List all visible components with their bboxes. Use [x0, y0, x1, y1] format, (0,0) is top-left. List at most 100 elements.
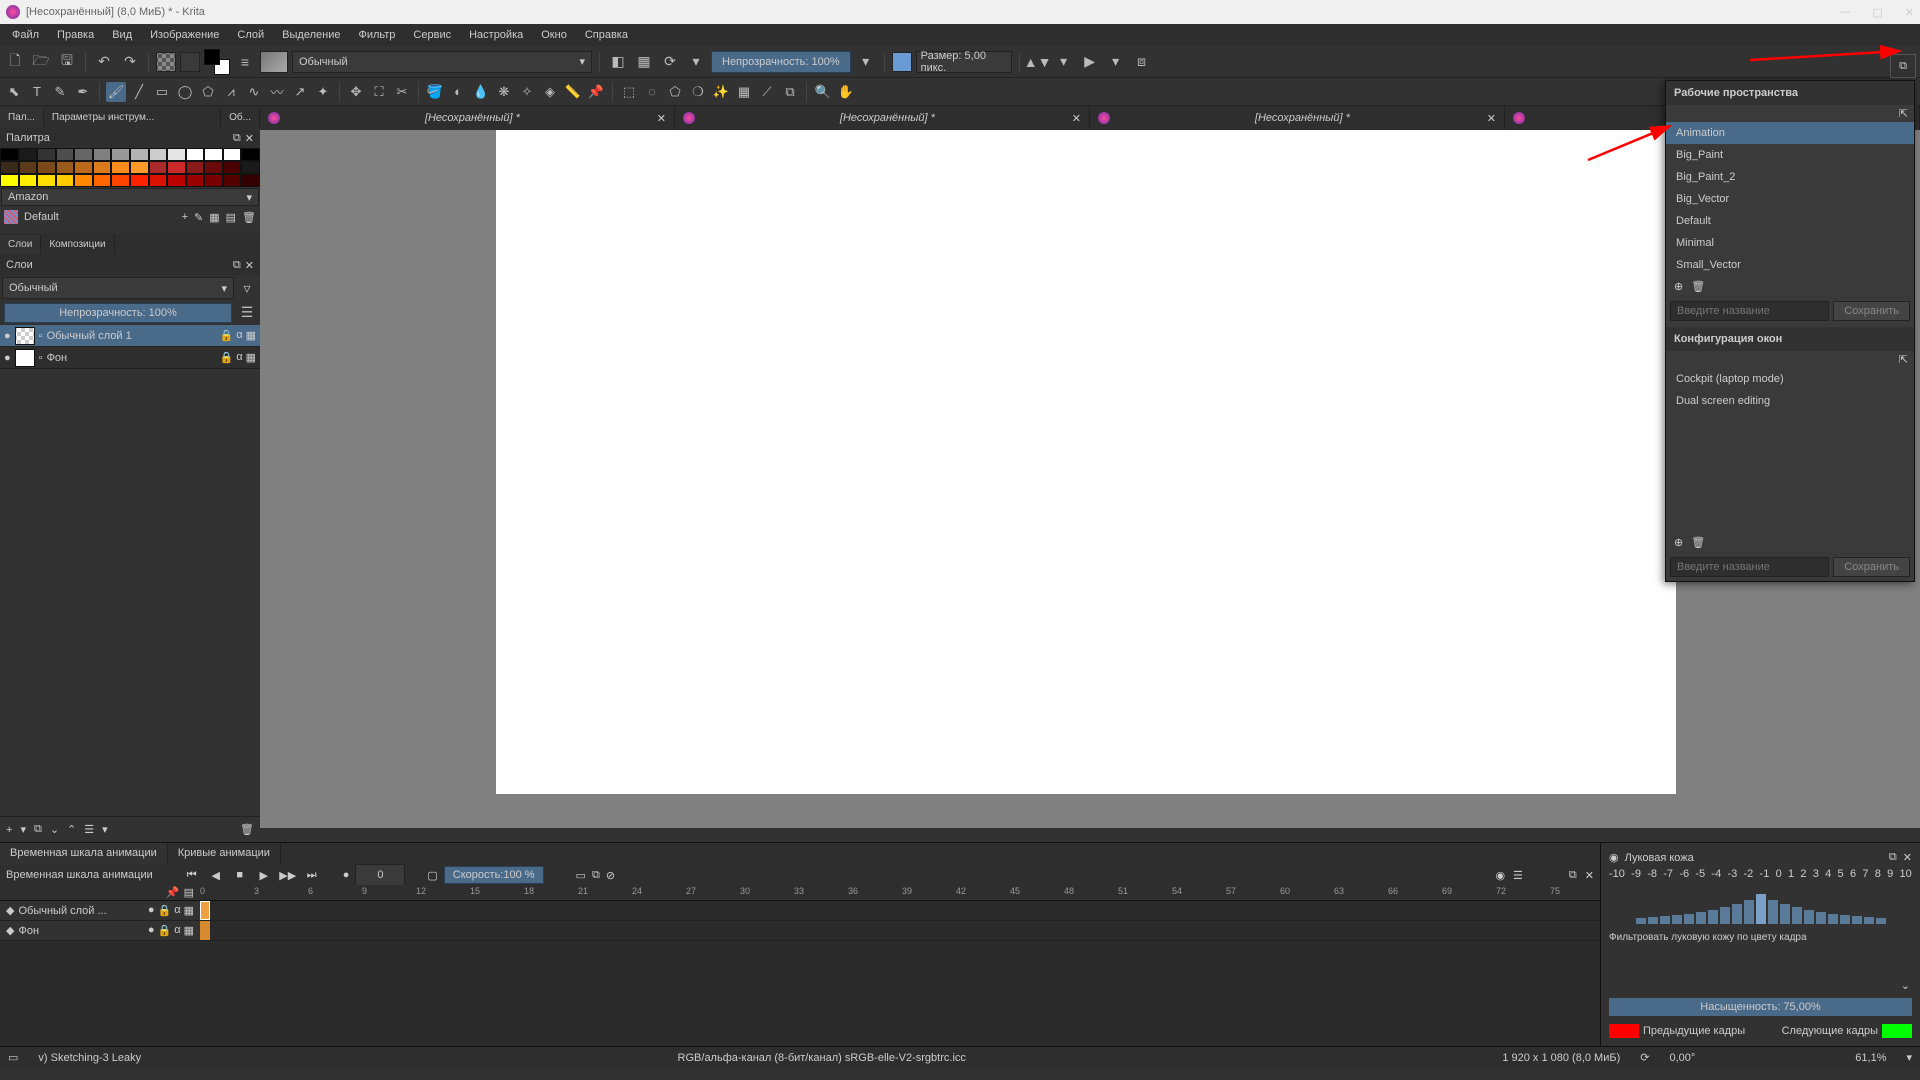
workspace-item[interactable]: Big_Paint_2: [1666, 166, 1914, 188]
rectangle-tool[interactable]: ▭: [152, 82, 172, 102]
select-magnetic-tool[interactable]: ⧉: [780, 82, 800, 102]
dynamic-brush-tool[interactable]: ↗: [290, 82, 310, 102]
onion-icon[interactable]: ◉: [1495, 869, 1505, 882]
select-polygon-tool[interactable]: ⬠: [665, 82, 685, 102]
save-winconfig-button[interactable]: Сохранить: [1833, 557, 1910, 577]
multibrush-tool[interactable]: ✦: [313, 82, 333, 102]
add-dup-frame-icon[interactable]: ⧉: [592, 869, 600, 882]
pan-tool[interactable]: ✋: [836, 82, 856, 102]
assistant-tool[interactable]: ◈: [540, 82, 560, 102]
chevron-down-icon[interactable]: ▾: [1053, 51, 1075, 73]
keyframe[interactable]: [200, 921, 210, 940]
pattern-swatch[interactable]: [156, 52, 176, 72]
workspace-item[interactable]: Default: [1666, 210, 1914, 232]
workspace-item[interactable]: Animation: [1666, 122, 1914, 144]
timeline-ruler[interactable]: 📌 ▤ 036912151821242730333639424548515457…: [0, 885, 1600, 901]
float-icon[interactable]: ⧉: [233, 132, 241, 145]
menu-settings[interactable]: Настройка: [461, 26, 531, 44]
alpha-icon[interactable]: α: [236, 351, 242, 364]
onion-icon[interactable]: α: [174, 904, 180, 917]
menu-select[interactable]: Выделение: [274, 26, 348, 44]
detach-icon[interactable]: ⇱: [1899, 354, 1908, 366]
settings-icon[interactable]: ☰: [1513, 869, 1523, 882]
alpha-lock-icon[interactable]: ▦: [633, 51, 655, 73]
menu-image[interactable]: Изображение: [142, 26, 227, 44]
zoom-dropdown-icon[interactable]: ▾: [1906, 1051, 1912, 1064]
select-rect-tool[interactable]: ⬚: [619, 82, 639, 102]
canvas[interactable]: [496, 130, 1676, 794]
pattern-tool[interactable]: ❋: [494, 82, 514, 102]
menu-help[interactable]: Справка: [577, 26, 636, 44]
new-icon[interactable]: 🗋: [4, 51, 26, 73]
edit-shapes-tool[interactable]: ✎: [50, 82, 70, 102]
delete-layer-icon[interactable]: 🗑: [240, 823, 254, 836]
select-ellipse-tool[interactable]: ◌: [642, 82, 662, 102]
prev-color-swatch[interactable]: [1609, 1024, 1639, 1038]
document-tab[interactable]: [Несохранённый] *✕: [675, 106, 1090, 130]
onion-icon[interactable]: α: [174, 924, 180, 937]
float-icon[interactable]: ⧉: [1889, 851, 1897, 864]
reference-tool[interactable]: 📌: [586, 82, 606, 102]
visibility-icon[interactable]: ●: [148, 904, 155, 917]
inherit-icon[interactable]: ▦: [246, 351, 256, 364]
window-config-item[interactable]: Dual screen editing: [1666, 390, 1914, 412]
smart-fill-tool[interactable]: ✧: [517, 82, 537, 102]
calligraphy-tool[interactable]: ✒: [73, 82, 93, 102]
tab-timeline[interactable]: Временная шкала анимации: [0, 843, 168, 865]
transform-tool[interactable]: ⬉: [4, 82, 24, 102]
freehand-path-tool[interactable]: 〰: [267, 82, 287, 102]
tab-compositions[interactable]: Композиции: [41, 235, 114, 254]
crop-tool[interactable]: ✂: [392, 82, 412, 102]
lock-icon[interactable]: 🔒: [220, 351, 234, 364]
document-tab[interactable]: [Несохранённый] *✕: [260, 106, 675, 130]
zoom-tool[interactable]: 🔍: [813, 82, 833, 102]
move-down-icon[interactable]: ⌄: [50, 823, 59, 836]
redo-icon[interactable]: ↷: [119, 51, 141, 73]
visibility-icon[interactable]: ●: [4, 330, 11, 342]
expand-icon[interactable]: ⌄: [1901, 980, 1910, 992]
minimize-icon[interactable]: —: [1839, 6, 1850, 19]
add-winconfig-icon[interactable]: ⊕: [1674, 536, 1683, 549]
opacity-button[interactable]: Непрозрачность: 100%: [711, 51, 851, 73]
chevron-down-icon[interactable]: ▾: [685, 51, 707, 73]
tab-palette[interactable]: Пал...: [0, 108, 44, 127]
rotate-icon[interactable]: ⟳: [1640, 1051, 1649, 1064]
menu-view[interactable]: Вид: [104, 26, 140, 44]
grid-icon[interactable]: ▦: [209, 211, 219, 224]
duplicate-icon[interactable]: ⧉: [34, 823, 42, 836]
menu-edit[interactable]: Правка: [49, 26, 102, 44]
tab-tool-options[interactable]: Параметры инструм...: [44, 108, 221, 127]
palette-preset-combo[interactable]: Amazon▾: [1, 188, 259, 206]
select-contiguous-tool[interactable]: ✨: [711, 82, 731, 102]
tab-curves[interactable]: Кривые анимации: [168, 843, 281, 865]
close-tab-icon[interactable]: ✕: [657, 112, 666, 125]
select-bezier-tool[interactable]: ⟋: [757, 82, 777, 102]
tab-layers[interactable]: Слои: [0, 235, 41, 254]
detach-icon[interactable]: ⇱: [1899, 108, 1908, 120]
ellipse-tool[interactable]: ◯: [175, 82, 195, 102]
play-icon[interactable]: ▶: [255, 866, 273, 884]
palette-row[interactable]: [0, 148, 260, 161]
blend-mode-combo[interactable]: Обычный▾: [292, 51, 592, 73]
workspace-button[interactable]: ⧉: [1890, 54, 1916, 78]
add-icon[interactable]: +: [182, 211, 188, 224]
measure-tool[interactable]: 📏: [563, 82, 583, 102]
move-up-icon[interactable]: ⌃: [67, 823, 76, 836]
close-icon[interactable]: ✕: [245, 259, 254, 272]
tab-overview[interactable]: Об...: [221, 108, 260, 127]
grid2-icon[interactable]: ▤: [226, 211, 236, 224]
remove-frame-icon[interactable]: ⊘: [606, 869, 615, 882]
polyline-tool[interactable]: ⩘: [221, 82, 241, 102]
menu-icon[interactable]: ▤: [184, 886, 194, 899]
eraser-icon[interactable]: ◧: [607, 51, 629, 73]
menu-icon[interactable]: ▦: [184, 904, 194, 917]
filter-icon[interactable]: ▿: [236, 277, 258, 299]
delete-workspace-icon[interactable]: 🗑: [1691, 280, 1705, 293]
menu-window[interactable]: Окно: [533, 26, 575, 44]
color-picker-tool[interactable]: 💧: [471, 82, 491, 102]
menu-file[interactable]: Файл: [4, 26, 47, 44]
gradient-swatch[interactable]: [180, 52, 200, 72]
menu-icon[interactable]: ▦: [184, 924, 194, 937]
timeline-tracks[interactable]: ◆Обычный слой ...●🔒α▦◆Фон●🔒α▦: [0, 901, 1600, 1046]
fgbg-colors[interactable]: [204, 49, 230, 75]
